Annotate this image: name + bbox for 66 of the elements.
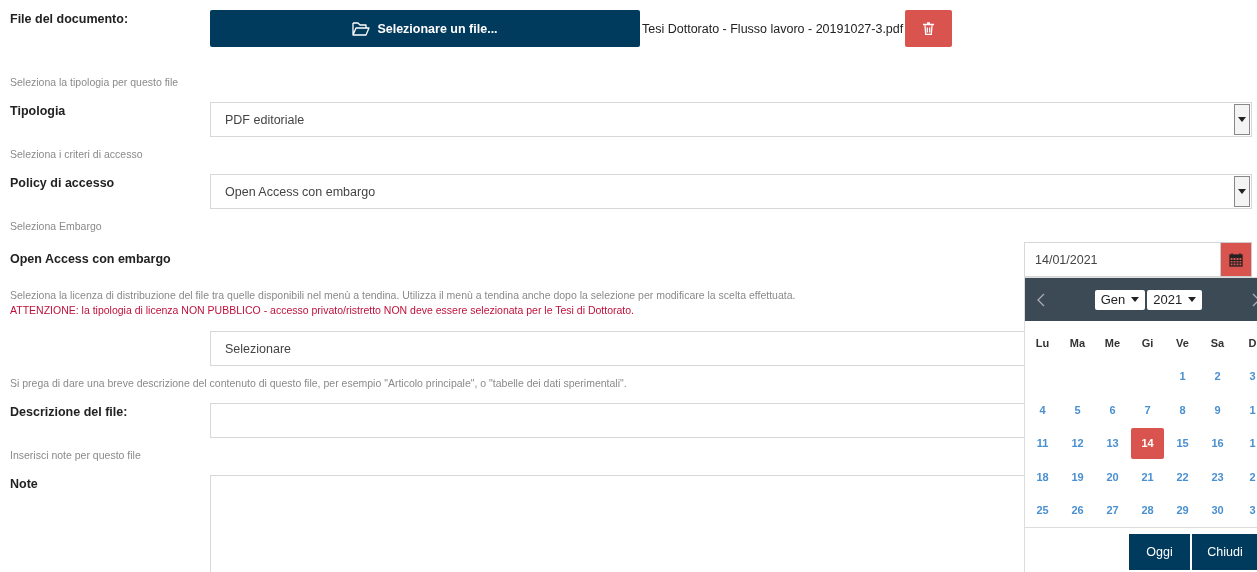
delete-button[interactable] bbox=[905, 10, 953, 47]
caret-icon bbox=[1131, 297, 1140, 302]
calendar-day[interactable]: 19 bbox=[1061, 461, 1094, 493]
calendar-icon bbox=[1229, 252, 1243, 267]
month-select[interactable]: Gen bbox=[1094, 289, 1146, 310]
calendar-day[interactable]: 2 bbox=[1236, 461, 1257, 493]
calendar-button[interactable] bbox=[1220, 242, 1252, 277]
weekday-label: Gi bbox=[1141, 336, 1154, 349]
caret-icon bbox=[1238, 189, 1246, 194]
calendar-day[interactable]: 6 bbox=[1096, 394, 1129, 426]
help-text: Seleziona i criteri di accesso bbox=[10, 148, 143, 160]
calendar-day[interactable]: 1 bbox=[1236, 394, 1257, 426]
year-select[interactable]: 2021 bbox=[1147, 289, 1203, 310]
calendar-day[interactable]: 1 bbox=[1236, 427, 1257, 459]
help-text: Seleziona Embargo bbox=[10, 220, 102, 232]
weekday-label: Me bbox=[1104, 336, 1121, 349]
calendar-day[interactable]: 7 bbox=[1131, 394, 1164, 426]
calendar-day[interactable]: 25 bbox=[1026, 494, 1059, 526]
help-text: Seleziona la licenza di distribuzione del file tra quelle disponibili nel menù a tendina. Utilizza il menù a tendina anche dopo la selezione per modificare la scelta effettuata. bbox=[10, 289, 796, 301]
calendar-day[interactable]: 30 bbox=[1201, 494, 1234, 526]
calendar-day[interactable]: 13 bbox=[1096, 427, 1129, 459]
date-field[interactable]: 14/01/2021 bbox=[1024, 242, 1220, 277]
calendar-day[interactable]: 21 bbox=[1131, 461, 1164, 493]
trash-icon bbox=[923, 22, 935, 35]
calendar-day[interactable]: 4 bbox=[1026, 394, 1059, 426]
weekday-label: Ve bbox=[1176, 336, 1189, 349]
calendar-day[interactable]: 11 bbox=[1026, 427, 1059, 459]
file-name: Tesi Dottorato - Flusso lavoro - 20191027-3.pdf bbox=[642, 21, 904, 36]
calendar-day[interactable]: 9 bbox=[1201, 394, 1234, 426]
help-text: Si prega di dare una breve descrizione del contenuto di questo file, per esempio "Articolo principale", o "tabelle dei dati sperimentali". bbox=[10, 377, 627, 389]
calendar-day[interactable]: 14 bbox=[1131, 427, 1164, 459]
caret-icon bbox=[1188, 297, 1197, 302]
caret-icon bbox=[1238, 117, 1246, 122]
calendar-day[interactable]: 28 bbox=[1131, 494, 1164, 526]
field-label: File del documento: bbox=[10, 11, 130, 26]
dropdown[interactable]: Open Access con embargo bbox=[210, 174, 1252, 209]
calendar-day[interactable]: 15 bbox=[1166, 427, 1199, 459]
calendar-day[interactable]: 8 bbox=[1166, 394, 1199, 426]
help-text: Inserisci note per questo file bbox=[10, 449, 141, 461]
warning-text: ATTENZIONE: la tipologia di licenza NON PUBBLICO - accesso privato/ristretto NON deve essere selezionata per le Tesi di Dottorato. bbox=[10, 304, 635, 316]
field-label: Open Access con embargo bbox=[10, 251, 171, 266]
field-label: Note bbox=[10, 476, 39, 491]
file-select-button[interactable]: Selezionare un file... bbox=[210, 10, 640, 47]
calendar-day[interactable]: 12 bbox=[1061, 427, 1094, 459]
weekday-label: Ma bbox=[1069, 336, 1086, 349]
field-label: Tipologia bbox=[10, 103, 67, 118]
close-button[interactable]: Chiudi bbox=[1192, 534, 1257, 570]
help-text: Seleziona la tipologia per questo file bbox=[10, 76, 179, 88]
calendar-day[interactable]: 29 bbox=[1166, 494, 1199, 526]
field-label: Policy di accesso bbox=[10, 175, 116, 190]
weekday-label: Lu bbox=[1035, 336, 1050, 349]
today-button[interactable]: Oggi bbox=[1129, 534, 1190, 570]
folder-icon bbox=[352, 21, 371, 36]
weekday-label: Sa bbox=[1210, 336, 1225, 349]
calendar-day[interactable]: 5 bbox=[1061, 394, 1094, 426]
calendar-day[interactable]: 23 bbox=[1201, 461, 1234, 493]
calendar-day[interactable]: 3 bbox=[1236, 494, 1257, 526]
chevron-left-icon[interactable] bbox=[1037, 292, 1045, 307]
dropdown[interactable]: PDF editoriale bbox=[210, 102, 1252, 137]
calendar-day[interactable]: 18 bbox=[1026, 461, 1059, 493]
field-label: Descrizione del file: bbox=[10, 404, 129, 419]
calendar-day[interactable]: 27 bbox=[1096, 494, 1129, 526]
calendar-day[interactable]: 26 bbox=[1061, 494, 1094, 526]
calendar-day[interactable]: 22 bbox=[1166, 461, 1199, 493]
calendar-day[interactable]: 20 bbox=[1096, 461, 1129, 493]
calendar-day[interactable]: 16 bbox=[1201, 427, 1234, 459]
